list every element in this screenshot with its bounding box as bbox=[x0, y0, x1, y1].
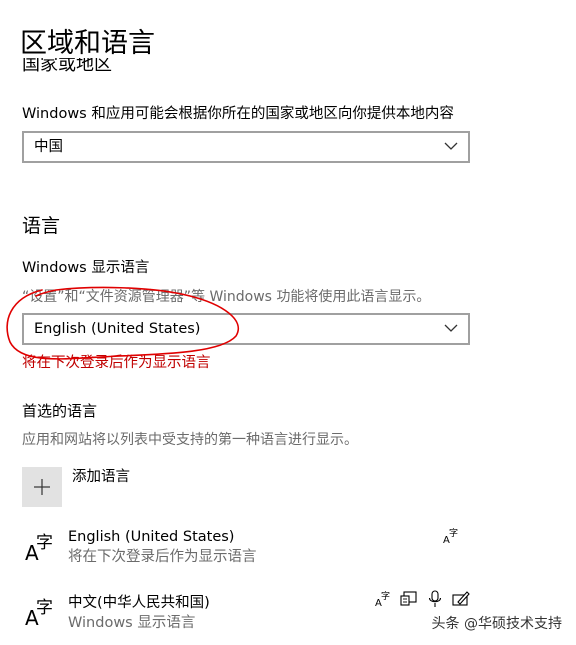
display-language-icon: A 字 bbox=[375, 590, 390, 608]
add-language-label[interactable]: 添加语言 bbox=[72, 467, 130, 487]
preferred-languages-description: 应用和网站将以列表中受支持的第一种语言进行显示。 bbox=[22, 432, 358, 448]
chevron-down-icon bbox=[444, 142, 458, 150]
svg-text:字: 字 bbox=[381, 590, 390, 602]
region-heading: 国家或地区 bbox=[22, 58, 112, 80]
language-heading: 语言 bbox=[22, 215, 61, 237]
region-description: Windows 和应用可能会根据你所在的国家或地区向你提供本地内容 bbox=[22, 106, 454, 122]
display-language-icon: A 字 bbox=[443, 527, 458, 545]
language-list-item[interactable]: A 字 中文(中华人民共和国) Windows 显示语言 A 字 bbox=[22, 587, 472, 633]
text-to-speech-icon bbox=[400, 591, 417, 606]
watermark: 头条 @华硕技术支持 bbox=[431, 616, 562, 632]
region-dropdown-value: 中国 bbox=[34, 139, 63, 155]
svg-text:字: 字 bbox=[449, 527, 458, 539]
preferred-languages-heading: 首选的语言 bbox=[22, 402, 98, 420]
region-dropdown[interactable]: 中国 bbox=[22, 131, 470, 163]
language-item-subtitle: 将在下次登录后作为显示语言 bbox=[68, 549, 257, 565]
plus-icon bbox=[34, 479, 50, 495]
handwriting-icon bbox=[452, 591, 470, 606]
language-item-name: English (United States) bbox=[68, 529, 235, 545]
language-item-name: 中文(中华人民共和国) bbox=[68, 595, 210, 611]
language-list-item[interactable]: A 字 English (United States) 将在下次登录后作为显示语… bbox=[22, 522, 472, 568]
language-glyph-icon: A 字 bbox=[25, 598, 53, 630]
display-language-label: Windows 显示语言 bbox=[22, 260, 150, 276]
region-heading-text: 国家或地区 bbox=[22, 58, 112, 75]
svg-text:字: 字 bbox=[36, 533, 53, 553]
display-language-dropdown-value: English (United States) bbox=[34, 321, 201, 337]
display-language-description: “设置”和“文件资源管理器”等 Windows 功能将使用此语言显示。 bbox=[22, 289, 431, 305]
display-language-dropdown[interactable]: English (United States) bbox=[22, 313, 470, 345]
speech-icon bbox=[428, 590, 442, 607]
chevron-down-icon bbox=[444, 324, 458, 332]
add-language-button[interactable] bbox=[22, 467, 62, 507]
svg-text:字: 字 bbox=[36, 598, 53, 618]
language-glyph-icon: A 字 bbox=[25, 533, 53, 565]
language-item-subtitle: Windows 显示语言 bbox=[68, 615, 196, 631]
display-language-note: 将在下次登录后作为显示语言 bbox=[22, 355, 211, 371]
